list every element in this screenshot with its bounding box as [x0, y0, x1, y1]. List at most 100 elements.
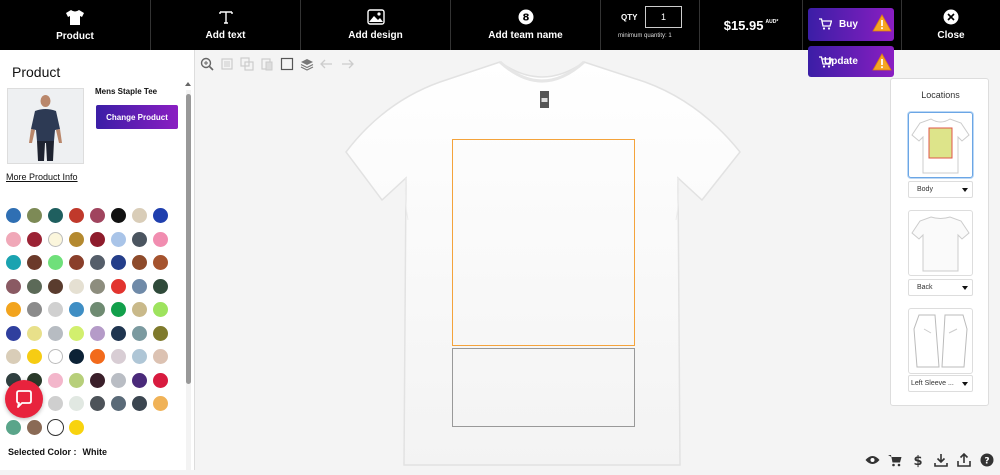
update-button[interactable]: Update	[808, 46, 894, 77]
color-swatch[interactable]	[48, 372, 63, 388]
color-swatch[interactable]	[153, 208, 168, 223]
color-swatch[interactable]	[48, 325, 63, 341]
color-swatch[interactable]	[111, 396, 126, 411]
color-swatch[interactable]	[69, 372, 84, 388]
location-back-select[interactable]: Back	[908, 279, 973, 296]
color-swatch[interactable]	[27, 208, 42, 223]
buy-button[interactable]: Buy	[808, 8, 894, 41]
cart-button[interactable]	[887, 452, 903, 468]
color-swatch[interactable]	[48, 302, 63, 317]
zoom-button[interactable]	[198, 55, 216, 73]
add-design-tab[interactable]: Add design	[301, 0, 451, 50]
help-button[interactable]: ?	[979, 452, 995, 468]
color-swatch[interactable]	[132, 231, 147, 247]
color-swatch[interactable]	[111, 372, 126, 388]
chat-button[interactable]	[5, 380, 43, 418]
color-swatch[interactable]	[132, 278, 147, 294]
preview-button[interactable]	[864, 452, 880, 468]
color-swatch[interactable]	[69, 349, 84, 364]
quantity-input[interactable]	[645, 6, 682, 28]
close-button[interactable]: Close	[901, 0, 1000, 50]
color-swatch[interactable]	[48, 208, 63, 223]
color-swatch[interactable]	[6, 208, 21, 223]
color-swatch[interactable]	[27, 325, 42, 341]
color-swatch[interactable]	[153, 325, 168, 341]
color-swatch[interactable]	[132, 372, 147, 388]
color-swatch[interactable]	[69, 419, 84, 435]
color-swatch[interactable]	[6, 302, 21, 317]
color-swatch[interactable]	[69, 231, 84, 247]
color-swatch[interactable]	[48, 255, 63, 270]
color-swatch[interactable]	[6, 349, 21, 364]
add-text-tab[interactable]: Add text	[151, 0, 301, 50]
color-swatch[interactable]	[90, 396, 105, 411]
color-swatch[interactable]	[48, 396, 63, 411]
color-swatch[interactable]	[6, 231, 21, 247]
paste-button[interactable]	[258, 55, 276, 73]
location-left-sleeve-select[interactable]: Left Sleeve ...	[908, 375, 973, 392]
product-thumbnail[interactable]	[7, 88, 84, 164]
add-team-name-tab[interactable]: 8 Add team name	[451, 0, 601, 50]
color-swatch[interactable]	[90, 278, 105, 294]
color-swatch[interactable]	[47, 418, 64, 436]
color-swatch[interactable]	[6, 255, 21, 270]
color-swatch[interactable]	[153, 372, 168, 388]
color-swatch[interactable]	[111, 325, 126, 341]
select-frame-button[interactable]	[278, 55, 296, 73]
color-swatch[interactable]	[132, 325, 147, 341]
scrollbar-thumb[interactable]	[186, 94, 191, 384]
color-swatch[interactable]	[132, 255, 147, 270]
color-swatch[interactable]	[90, 255, 105, 270]
color-swatch[interactable]	[90, 325, 105, 341]
product-tab[interactable]: Product	[0, 0, 151, 50]
color-swatch[interactable]	[90, 372, 105, 388]
location-body-thumb[interactable]	[908, 112, 973, 178]
location-back-thumb[interactable]	[908, 210, 973, 276]
align-button[interactable]	[218, 55, 236, 73]
color-swatch[interactable]	[48, 278, 63, 294]
color-swatch[interactable]	[27, 231, 42, 247]
color-swatch[interactable]	[69, 208, 84, 223]
more-product-info-link[interactable]: More Product Info	[6, 172, 78, 182]
color-swatch[interactable]	[153, 278, 168, 294]
color-swatch[interactable]	[69, 325, 84, 341]
color-swatch[interactable]	[132, 208, 147, 223]
color-swatch[interactable]	[27, 302, 42, 317]
location-body-select[interactable]: Body	[908, 181, 973, 198]
color-swatch[interactable]	[153, 349, 168, 364]
color-swatch[interactable]	[153, 231, 168, 247]
color-swatch[interactable]	[132, 302, 147, 317]
lower-print-area[interactable]	[452, 348, 635, 427]
color-swatch[interactable]	[111, 255, 126, 270]
change-product-button[interactable]: Change Product	[96, 105, 178, 129]
color-swatch[interactable]	[111, 231, 126, 247]
color-swatch[interactable]	[69, 396, 84, 411]
color-swatch[interactable]	[132, 396, 147, 411]
download-button[interactable]	[933, 452, 949, 468]
color-swatch[interactable]	[48, 349, 63, 364]
color-swatch[interactable]	[6, 278, 21, 294]
color-swatch[interactable]	[153, 302, 168, 317]
front-print-area[interactable]	[452, 139, 635, 346]
color-swatch[interactable]	[90, 302, 105, 317]
color-swatch[interactable]	[111, 278, 126, 294]
color-swatch[interactable]	[90, 208, 105, 223]
scroll-up-arrow[interactable]	[185, 82, 191, 86]
color-swatch[interactable]	[27, 419, 42, 435]
color-swatch[interactable]	[69, 302, 84, 317]
duplicate-button[interactable]	[238, 55, 256, 73]
color-swatch[interactable]	[27, 255, 42, 270]
color-swatch[interactable]	[90, 231, 105, 247]
color-swatch[interactable]	[27, 349, 42, 364]
color-swatch[interactable]	[153, 255, 168, 270]
color-swatch[interactable]	[69, 278, 84, 294]
color-swatch[interactable]	[153, 396, 168, 411]
color-swatch[interactable]	[27, 278, 42, 294]
color-swatch[interactable]	[111, 208, 126, 223]
color-swatch[interactable]	[90, 349, 105, 364]
location-left-sleeve-thumb[interactable]	[908, 308, 973, 374]
pricing-button[interactable]: $	[910, 452, 926, 468]
color-swatch[interactable]	[111, 302, 126, 317]
share-button[interactable]	[956, 452, 972, 468]
color-swatch[interactable]	[132, 349, 147, 364]
